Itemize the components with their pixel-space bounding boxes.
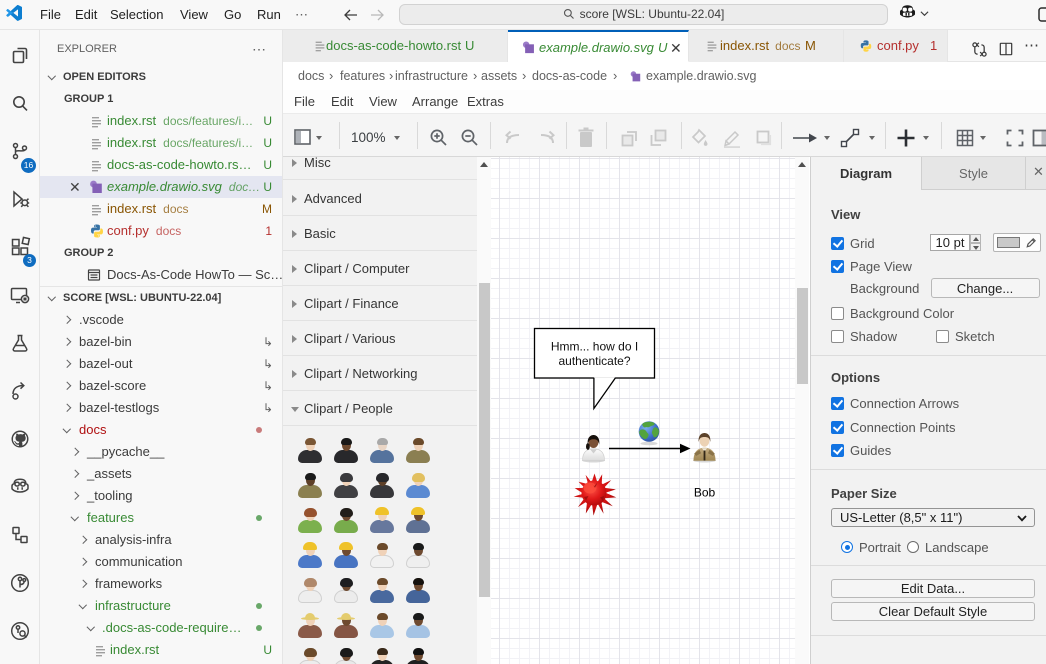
svg-text:Hmm... how do I: Hmm... how do I <box>551 340 638 354</box>
svg-text:Bob: Bob <box>694 486 716 500</box>
svg-text:authenticate?: authenticate? <box>558 354 630 368</box>
